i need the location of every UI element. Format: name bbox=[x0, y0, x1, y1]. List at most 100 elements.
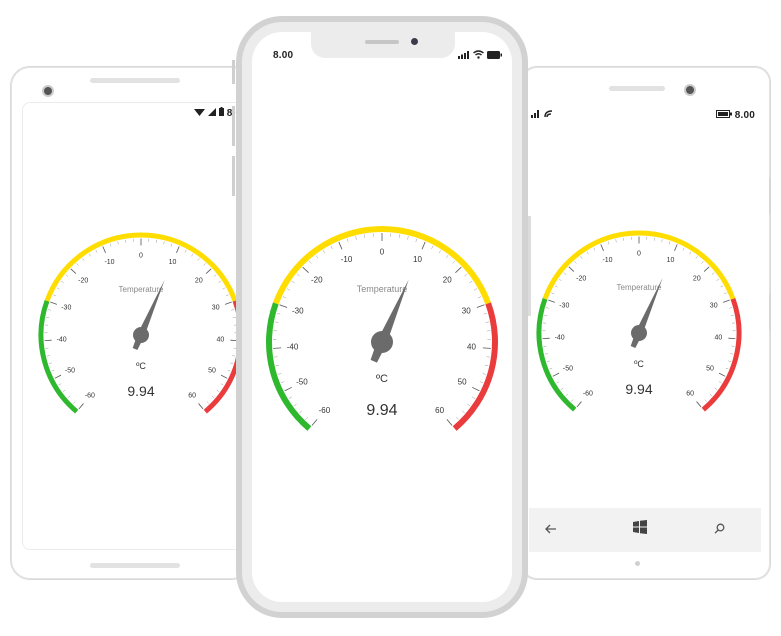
gauge-tick-label: 20 bbox=[693, 275, 701, 282]
gauge-minor-tick bbox=[286, 288, 291, 291]
windows-home-dot bbox=[635, 561, 640, 566]
gauge-minor-tick bbox=[227, 369, 231, 372]
gauge-minor-tick bbox=[607, 241, 610, 245]
android-bottom-speaker bbox=[90, 563, 180, 568]
search-icon[interactable] bbox=[709, 520, 729, 540]
gauge-minor-tick bbox=[549, 367, 553, 370]
gauge-tick-label: -10 bbox=[602, 257, 612, 264]
android-device: 8.00 -60-50-40-30-20-100102030405060Temp… bbox=[10, 66, 252, 584]
gauge-tick-label: 50 bbox=[208, 368, 216, 375]
gauge-needle-hub bbox=[133, 327, 149, 343]
gauge-minor-tick bbox=[222, 287, 226, 290]
gauge-tick-label: 30 bbox=[462, 306, 471, 315]
gauge-tick-label: -10 bbox=[104, 259, 114, 266]
gauge-minor-tick bbox=[46, 316, 50, 318]
windows-speaker bbox=[609, 86, 665, 91]
gauge-minor-tick bbox=[65, 274, 69, 277]
gauge-minor-tick bbox=[364, 234, 366, 238]
gauge-minor-tick bbox=[556, 381, 560, 384]
iphone-camera-icon bbox=[411, 38, 418, 45]
gauge-minor-tick bbox=[82, 258, 85, 261]
gauge-major-tick bbox=[50, 301, 58, 305]
gauge-tick-label: 0 bbox=[637, 250, 641, 257]
gauge-unit: ºC bbox=[376, 373, 388, 385]
gauge-major-tick bbox=[205, 268, 212, 274]
gauge-tick-label: -60 bbox=[583, 391, 593, 398]
iphone-screen: 8.00 -60 -50 -40 -30 -20 -10 0 10 20 30 40 50 60 Temp… bbox=[252, 32, 512, 602]
gauge-tick-label: 20 bbox=[443, 276, 452, 285]
gauge-minor-tick bbox=[46, 355, 50, 357]
gauge-minor-tick bbox=[288, 396, 293, 399]
gauge-tick-label: 0 bbox=[380, 247, 385, 256]
gauge-tick-label: 30 bbox=[710, 303, 718, 310]
gauge-tick-label: -40 bbox=[555, 334, 565, 341]
gauge-minor-tick bbox=[714, 387, 718, 390]
gauge-tick-label: -40 bbox=[57, 336, 67, 343]
gauge-minor-tick bbox=[482, 373, 487, 375]
gauge-minor-tick bbox=[729, 307, 733, 309]
gauge-value-label: 9.94 bbox=[127, 383, 154, 399]
gauge-minor-tick bbox=[308, 260, 312, 264]
iphone-side-button-left-1 bbox=[232, 60, 235, 84]
gauge-minor-tick bbox=[668, 241, 671, 245]
gauge-minor-tick bbox=[220, 383, 224, 386]
windows-device: 8.00 -60 -50 -40 -30 -20 -10 0 10 20 30 40 50 60 Temp… bbox=[521, 66, 771, 582]
gauge-major-tick bbox=[302, 266, 309, 274]
gauge-major-tick bbox=[78, 403, 84, 410]
gauge-minor-tick bbox=[398, 234, 400, 238]
gauge-tick-label: 40 bbox=[216, 336, 224, 343]
gauge-range-0 bbox=[266, 302, 312, 431]
gauge-minor-tick bbox=[570, 399, 574, 402]
gauge-major-tick bbox=[718, 372, 726, 377]
gauge-minor-tick bbox=[709, 393, 713, 397]
gauge-minor-tick bbox=[689, 251, 692, 255]
gauge-tick-label: 60 bbox=[435, 406, 444, 415]
gauge-tick-label: -50 bbox=[563, 366, 573, 373]
windows-camera-icon bbox=[684, 84, 696, 96]
gauge-major-tick bbox=[279, 304, 288, 308]
gauge-minor-tick bbox=[711, 272, 715, 275]
gauge-minor-tick bbox=[695, 256, 698, 259]
gauge-minor-tick bbox=[216, 389, 220, 392]
gauge-minor-tick bbox=[51, 369, 55, 372]
gauge-tick-label: 40 bbox=[467, 342, 476, 351]
gauge-value-label: 9.94 bbox=[366, 402, 397, 419]
gauge-minor-tick bbox=[716, 278, 720, 281]
gauge-minor-tick bbox=[62, 389, 66, 392]
gauge-major-tick bbox=[311, 419, 318, 426]
gauge-minor-tick bbox=[60, 280, 64, 283]
gauge-tick-label: 60 bbox=[188, 393, 196, 400]
windows-gauge: -60 -50 -40 -30 -20 -10 0 10 20 30 40 50 60 Temperatu… bbox=[536, 230, 742, 412]
gauge-major-tick bbox=[338, 241, 343, 250]
gauge-major-tick bbox=[600, 244, 604, 251]
gauge-minor-tick bbox=[730, 353, 734, 355]
gauge-minor-tick bbox=[213, 274, 217, 277]
gauge-major-tick bbox=[472, 386, 480, 392]
gauge-minor-tick bbox=[661, 239, 663, 243]
gauge-minor-tick bbox=[293, 403, 297, 407]
gauge-major-tick bbox=[722, 299, 730, 303]
gauge-minor-tick bbox=[291, 280, 295, 284]
gauge-minor-tick bbox=[47, 309, 51, 311]
gauge-minor-tick bbox=[461, 410, 465, 414]
gauge-range-2 bbox=[452, 302, 498, 431]
gauge-minor-tick bbox=[682, 247, 685, 251]
gauge-major-tick bbox=[548, 299, 556, 303]
gauge-tick-label: 10 bbox=[667, 257, 675, 264]
gauge-minor-tick bbox=[545, 307, 549, 309]
gauge-tick-label: -50 bbox=[65, 368, 75, 375]
gauge-minor-tick bbox=[56, 287, 60, 290]
gauge-tick-label: -30 bbox=[292, 306, 304, 315]
windows-logo-icon[interactable] bbox=[630, 520, 650, 540]
back-arrow-icon[interactable] bbox=[541, 520, 561, 540]
gauge-minor-tick bbox=[280, 381, 285, 384]
gauge-minor-tick bbox=[76, 263, 79, 266]
gauge-tick-label: 50 bbox=[706, 366, 714, 373]
gauge-minor-tick bbox=[322, 250, 326, 254]
android-screen: 8.00 -60-50-40-30-20-100102030405060Temp… bbox=[22, 102, 248, 550]
gauge-minor-tick bbox=[725, 367, 729, 370]
gauge-minor-tick bbox=[407, 236, 409, 240]
iphone-notch-speaker bbox=[365, 40, 399, 44]
gauge-minor-tick bbox=[615, 239, 617, 243]
gauge-minor-tick bbox=[218, 280, 222, 283]
